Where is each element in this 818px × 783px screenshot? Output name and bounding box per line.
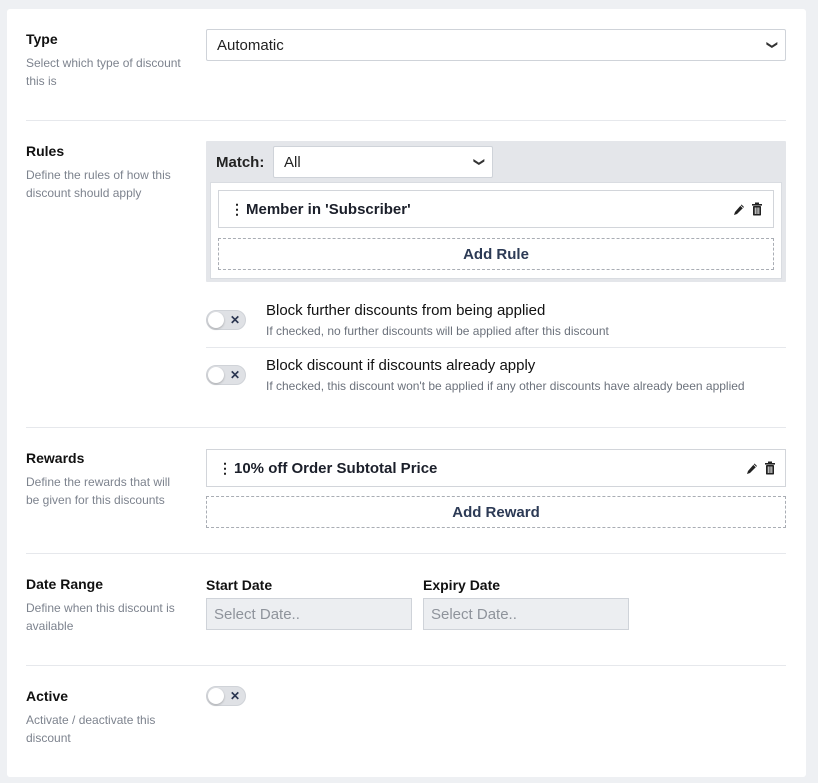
reward-label: 10% off Order Subtotal Price	[234, 460, 438, 477]
active-description: Activate / deactivate this discount	[26, 713, 156, 745]
block-if-applied-description: If checked, this discount won't be appli…	[266, 379, 745, 393]
pencil-icon[interactable]	[733, 203, 745, 217]
match-select-value: All	[284, 153, 301, 171]
rule-item[interactable]: ⋮ Member in 'Subscriber'	[218, 190, 774, 228]
active-title: Active	[26, 688, 69, 704]
pencil-icon[interactable]	[746, 462, 758, 476]
divider	[26, 665, 786, 666]
start-date-label: Start Date	[206, 577, 273, 593]
active-section: Active Activate / deactivate this discou…	[26, 686, 786, 756]
type-description: Select which type of discount this is	[26, 56, 181, 88]
expiry-date-placeholder: Select Date..	[431, 605, 517, 623]
chevron-down-icon: ❯	[765, 40, 778, 50]
start-date-placeholder: Select Date..	[214, 605, 300, 623]
active-toggle[interactable]: ✕	[206, 686, 246, 706]
expiry-date-label: Expiry Date	[423, 577, 501, 593]
block-further-toggle[interactable]: ✕	[206, 310, 246, 330]
drag-handle-icon[interactable]: ⋮	[230, 201, 244, 218]
add-rule-button[interactable]: Add Rule	[218, 238, 774, 270]
drag-handle-icon[interactable]: ⋮	[218, 460, 232, 477]
rules-title: Rules	[26, 143, 65, 159]
type-section: Type Select which type of discount this …	[26, 29, 786, 99]
toggle-knob	[208, 312, 224, 328]
date-range-section: Date Range Define when this discount is …	[26, 575, 786, 655]
date-range-title: Date Range	[26, 576, 104, 592]
type-title: Type	[26, 31, 58, 47]
rules-section: Rules Define the rules of how this disco…	[26, 141, 786, 411]
divider	[26, 553, 786, 554]
block-if-applied-toggle[interactable]: ✕	[206, 365, 246, 385]
divider	[26, 427, 786, 428]
rewards-title: Rewards	[26, 450, 85, 466]
match-label: Match:	[216, 154, 265, 171]
match-select[interactable]: All ❯	[273, 146, 493, 178]
toggle-knob	[208, 367, 224, 383]
reward-item[interactable]: ⋮ 10% off Order Subtotal Price	[206, 449, 786, 487]
block-further-title: Block further discounts from being appli…	[266, 302, 546, 319]
rules-list: ⋮ Member in 'Subscriber' Add Rule	[210, 182, 782, 279]
toggle-knob	[208, 688, 224, 704]
block-further-description: If checked, no further discounts will be…	[266, 324, 609, 338]
type-select-value: Automatic	[217, 36, 284, 54]
add-reward-button[interactable]: Add Reward	[206, 496, 786, 528]
rewards-section: Rewards Define the rewards that will be …	[26, 448, 786, 538]
rewards-description: Define the rewards that will be given fo…	[26, 475, 171, 507]
date-range-description: Define when this discount is available	[26, 601, 175, 633]
x-icon: ✕	[230, 368, 241, 382]
divider	[206, 347, 786, 348]
trash-icon[interactable]	[764, 461, 776, 475]
divider	[26, 120, 786, 121]
start-date-input[interactable]: Select Date..	[206, 598, 412, 630]
type-select[interactable]: Automatic ❯	[206, 29, 786, 61]
trash-icon[interactable]	[751, 202, 763, 216]
rule-label: Member in 'Subscriber'	[246, 201, 411, 218]
rules-description: Define the rules of how this discount sh…	[26, 168, 171, 200]
x-icon: ✕	[230, 689, 241, 703]
x-icon: ✕	[230, 313, 241, 327]
block-if-applied-title: Block discount if discounts already appl…	[266, 357, 536, 374]
rules-container: Match: All ❯ ⋮ Member in 'Subscriber' Ad…	[206, 141, 786, 282]
chevron-down-icon: ❯	[472, 157, 485, 167]
discount-settings-panel: Type Select which type of discount this …	[7, 9, 806, 777]
expiry-date-input[interactable]: Select Date..	[423, 598, 629, 630]
